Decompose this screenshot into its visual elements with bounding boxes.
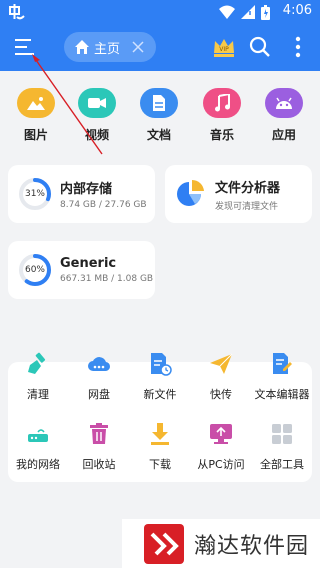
svg-text:VIP: VIP — [219, 46, 229, 53]
all-tools-icon — [272, 424, 292, 444]
home-tab[interactable]: 主页 — [64, 32, 156, 62]
music-icon — [203, 88, 241, 118]
new-file-icon — [151, 353, 172, 376]
file-analyzer-card[interactable]: 文件分析器 发现可清理文件 — [165, 165, 312, 223]
storage-percent: 60% — [24, 265, 45, 275]
paper-plane-icon — [210, 353, 233, 374]
storage-title: Generic — [60, 256, 117, 271]
tool-all-tools[interactable]: 全部工具 — [252, 422, 312, 472]
router-icon — [28, 429, 48, 442]
trash-icon — [90, 423, 108, 444]
tool-label: 从PC访问 — [197, 458, 245, 471]
tool-label: 我的网络 — [16, 458, 60, 471]
tool-label: 回收站 — [82, 458, 116, 471]
video-icon — [78, 88, 116, 118]
storage-title: 内部存储 — [60, 182, 113, 197]
category-shortcuts: 图片 视频 文档 音乐 应用 — [0, 88, 320, 148]
category-label: 音乐 — [209, 128, 234, 142]
storage-ring: 31% — [18, 177, 52, 211]
category-label: 应用 — [271, 128, 296, 142]
tool-label: 快传 — [210, 388, 232, 401]
broom-icon — [28, 352, 46, 374]
category-documents[interactable]: 文档 — [131, 88, 187, 143]
watermark-text: 瀚达软件园 — [194, 533, 310, 559]
top-bar: 4:06 主页 VIP — [0, 0, 320, 71]
tool-label: 清理 — [27, 388, 49, 401]
home-tab-label: 主页 — [94, 41, 121, 57]
tool-text-editor[interactable]: 文本编辑器 — [252, 352, 312, 402]
wifi-icon — [219, 5, 235, 19]
generic-storage-card[interactable]: 60% Generic 667.31 MB / 1.08 GB — [8, 241, 155, 299]
category-images[interactable]: 图片 — [8, 88, 64, 143]
watermark-logo — [144, 523, 184, 564]
tool-label: 新文件 — [143, 388, 177, 401]
category-videos[interactable]: 视频 — [69, 88, 125, 143]
app-bar: 主页 VIP — [0, 24, 320, 71]
status-time: 4:06 — [282, 3, 312, 18]
tool-new-file[interactable]: 新文件 — [130, 352, 190, 402]
tool-download[interactable]: 下载 — [130, 422, 190, 472]
storage-percent: 31% — [24, 189, 45, 199]
category-label: 文档 — [146, 128, 171, 142]
tool-recycle-bin[interactable]: 回收站 — [69, 422, 129, 472]
pc-access-icon — [210, 424, 232, 444]
tool-label: 全部工具 — [260, 458, 304, 471]
battery-icon — [261, 4, 270, 20]
tool-label: 网盘 — [88, 388, 110, 401]
image-icon — [17, 88, 55, 118]
document-icon — [140, 88, 178, 118]
analyzer-title: 文件分析器 — [215, 180, 281, 196]
more-vertical-icon[interactable] — [288, 35, 308, 59]
storage-usage: 667.31 MB / 1.08 GB — [60, 274, 154, 284]
tools-panel: 清理 网盘 新文件 快传 文本编辑器 我的网络 回收站 下载 从PC访问 全部工… — [8, 352, 312, 482]
search-icon[interactable] — [248, 35, 272, 59]
app-notification-icon — [9, 4, 25, 20]
cloud-icon — [88, 357, 111, 372]
internal-storage-card[interactable]: 31% 内部存储 8.74 GB / 27.76 GB — [8, 165, 155, 223]
tool-cloud[interactable]: 网盘 — [69, 352, 129, 402]
category-music[interactable]: 音乐 — [194, 88, 250, 143]
status-bar: 4:06 — [0, 0, 320, 24]
tool-quick-transfer[interactable]: 快传 — [191, 352, 251, 402]
pie-chart-icon — [177, 179, 204, 206]
category-apps[interactable]: 应用 — [256, 88, 312, 143]
crown-icon[interactable]: VIP — [212, 35, 236, 59]
android-icon — [265, 88, 303, 118]
home-icon — [75, 40, 89, 54]
download-icon — [151, 423, 169, 445]
storage-usage: 8.74 GB / 27.76 GB — [60, 200, 147, 210]
storage-ring: 60% — [18, 253, 52, 287]
text-editor-icon — [273, 353, 292, 374]
signal-icon — [241, 5, 255, 19]
tool-label: 下载 — [149, 458, 171, 471]
tool-my-network[interactable]: 我的网络 — [8, 422, 68, 472]
tool-label: 文本编辑器 — [254, 388, 310, 401]
analyzer-subtitle: 发现可清理文件 — [215, 201, 279, 212]
close-icon[interactable] — [130, 39, 146, 55]
category-label: 视频 — [84, 128, 109, 142]
status-icons — [219, 4, 270, 20]
watermark: 瀚达软件园 — [122, 519, 320, 568]
tool-clean[interactable]: 清理 — [8, 352, 68, 402]
tool-pc-access[interactable]: 从PC访问 — [191, 422, 251, 472]
category-label: 图片 — [23, 128, 48, 142]
menu-icon[interactable] — [12, 34, 38, 60]
